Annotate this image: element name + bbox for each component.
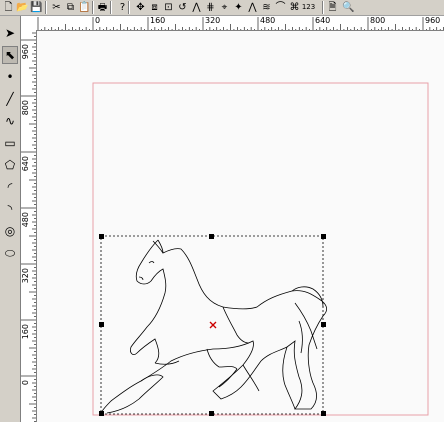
- node-icon[interactable]: ⌖: [218, 1, 231, 14]
- handle-middle-right[interactable]: [321, 322, 326, 327]
- line-icon[interactable]: ╱: [2, 90, 18, 108]
- point-icon[interactable]: •: [2, 68, 18, 86]
- toolbar-separator: [92, 1, 94, 14]
- page-boundary: [92, 82, 429, 416]
- warp-icon[interactable]: ⋀: [246, 1, 259, 14]
- toolbar-separator: [110, 1, 112, 14]
- page-icon[interactable]: 🗎: [326, 1, 339, 14]
- toolbar-separator: [322, 1, 324, 14]
- toolbar-separator: [45, 1, 47, 14]
- new-file-icon[interactable]: 🗋: [2, 1, 15, 14]
- hruler-label: 0: [95, 16, 101, 25]
- handle-bottom-right[interactable]: [321, 411, 326, 416]
- vruler-label: 960: [21, 44, 30, 60]
- mirror-icon[interactable]: ⧈: [148, 1, 161, 14]
- circle-center-icon[interactable]: ◎: [2, 222, 18, 240]
- flip-icon[interactable]: ⋀: [190, 1, 203, 14]
- zoom-icon[interactable]: 🔍: [342, 1, 355, 14]
- vruler-label: 640: [21, 156, 30, 172]
- select-arrow-icon[interactable]: ➤: [2, 24, 18, 42]
- vertical-ruler: 960 800 640 480 320 160 0: [21, 30, 37, 422]
- handle-top-left[interactable]: [99, 234, 104, 239]
- scale-icon[interactable]: ⊡: [162, 1, 175, 14]
- vruler-label: 0: [21, 380, 30, 386]
- weld-icon[interactable]: ⌒: [274, 1, 287, 14]
- print-icon[interactable]: 🖶: [96, 1, 109, 14]
- hruler-label: 320: [205, 16, 221, 25]
- selection-bounding-box: [100, 235, 324, 415]
- handle-top-middle[interactable]: [209, 234, 214, 239]
- hruler-label: 960: [425, 16, 441, 25]
- drawing-tools-palette: ➤ ⬉ • ╱ ∿ ▭ ⬠ ◜ ◝ ◎ ⬭: [0, 16, 21, 422]
- canvas-svg: [92, 82, 429, 416]
- hruler-label: 480: [260, 16, 276, 25]
- hruler-label: 160: [150, 16, 166, 25]
- main-toolbar: 🗋 📂 💾 ✂ ⧉ 📋 🖶? ✥ ⧈ ⊡ ↺ ⋀ ⋕ ⌖ ✦ ⋀ ≋ ⌒ ⌘ 123 🗎 🔍: [0, 0, 444, 16]
- vruler-label: 800: [21, 100, 30, 116]
- open-file-icon[interactable]: 📂: [16, 1, 29, 14]
- horizontal-ruler: 0 160 320 480 640 800 960: [37, 16, 444, 31]
- hruler-label: 640: [315, 16, 331, 25]
- drawing-canvas[interactable]: [37, 31, 444, 422]
- ruler-corner: [21, 16, 38, 31]
- fill-icon[interactable]: ≋: [260, 1, 273, 14]
- hruler-label: 800: [370, 16, 386, 25]
- paste-icon[interactable]: 📋: [78, 1, 91, 14]
- toolbar-separator: [128, 1, 130, 14]
- ellipse-icon[interactable]: ⬭: [2, 244, 18, 262]
- origin-icon[interactable]: ✦: [232, 1, 245, 14]
- trace-icon[interactable]: ⌘: [288, 1, 301, 14]
- curve-icon[interactable]: ∿: [2, 112, 18, 130]
- polygon-icon[interactable]: ⬠: [2, 156, 18, 174]
- node-select-icon[interactable]: ⬉: [2, 46, 18, 64]
- cut-icon[interactable]: ✂: [50, 1, 63, 14]
- save-file-icon[interactable]: 💾: [30, 1, 43, 14]
- array-icon[interactable]: ⋕: [204, 1, 217, 14]
- vruler-label: 480: [21, 212, 30, 228]
- rectangle-icon[interactable]: ▭: [2, 134, 18, 152]
- number-icon[interactable]: 123: [302, 1, 315, 14]
- handle-middle-left[interactable]: [99, 322, 104, 327]
- handle-bottom-middle[interactable]: [209, 411, 214, 416]
- move-icon[interactable]: ✥: [134, 1, 147, 14]
- vruler-label: 320: [21, 268, 30, 284]
- vruler-label: 160: [21, 324, 30, 340]
- arc-icon[interactable]: ◜: [2, 178, 18, 196]
- selection-center-marker: [209, 321, 217, 329]
- rotate-icon[interactable]: ↺: [176, 1, 189, 14]
- arc2-icon[interactable]: ◝: [2, 200, 18, 218]
- copy-icon[interactable]: ⧉: [64, 1, 77, 14]
- handle-top-right[interactable]: [321, 234, 326, 239]
